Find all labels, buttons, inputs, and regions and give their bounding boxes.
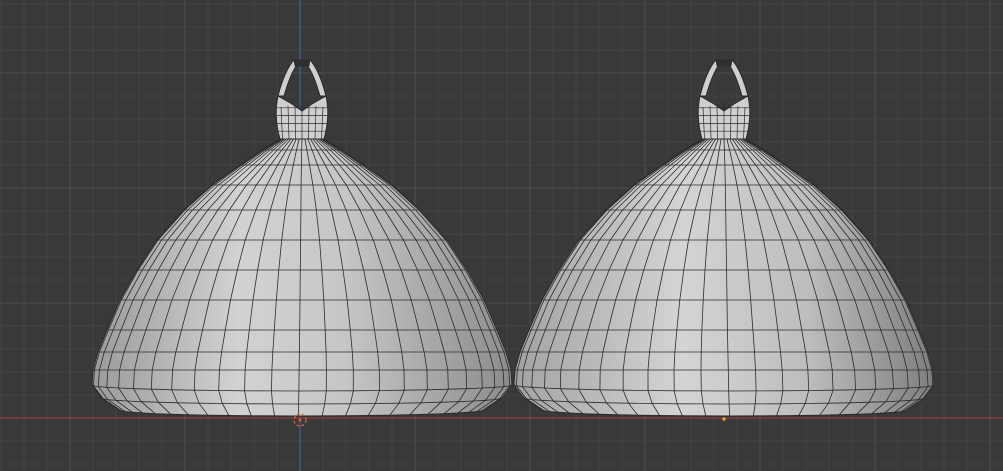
edge-ring: [730, 104, 732, 140]
3d-viewport[interactable]: [0, 0, 1003, 471]
object-origin-icon: [722, 417, 726, 421]
edge-ring: [294, 104, 296, 140]
viewport-canvas[interactable]: [0, 0, 1003, 471]
edge-ring: [716, 104, 718, 140]
edge-ring: [308, 104, 310, 140]
skirt-surface: [513, 138, 935, 417]
dress-left[interactable]: [91, 59, 513, 417]
neck-opening: [293, 59, 311, 67]
dress-right[interactable]: [513, 59, 935, 417]
skirt-surface: [91, 138, 513, 417]
neck-opening: [715, 59, 733, 67]
